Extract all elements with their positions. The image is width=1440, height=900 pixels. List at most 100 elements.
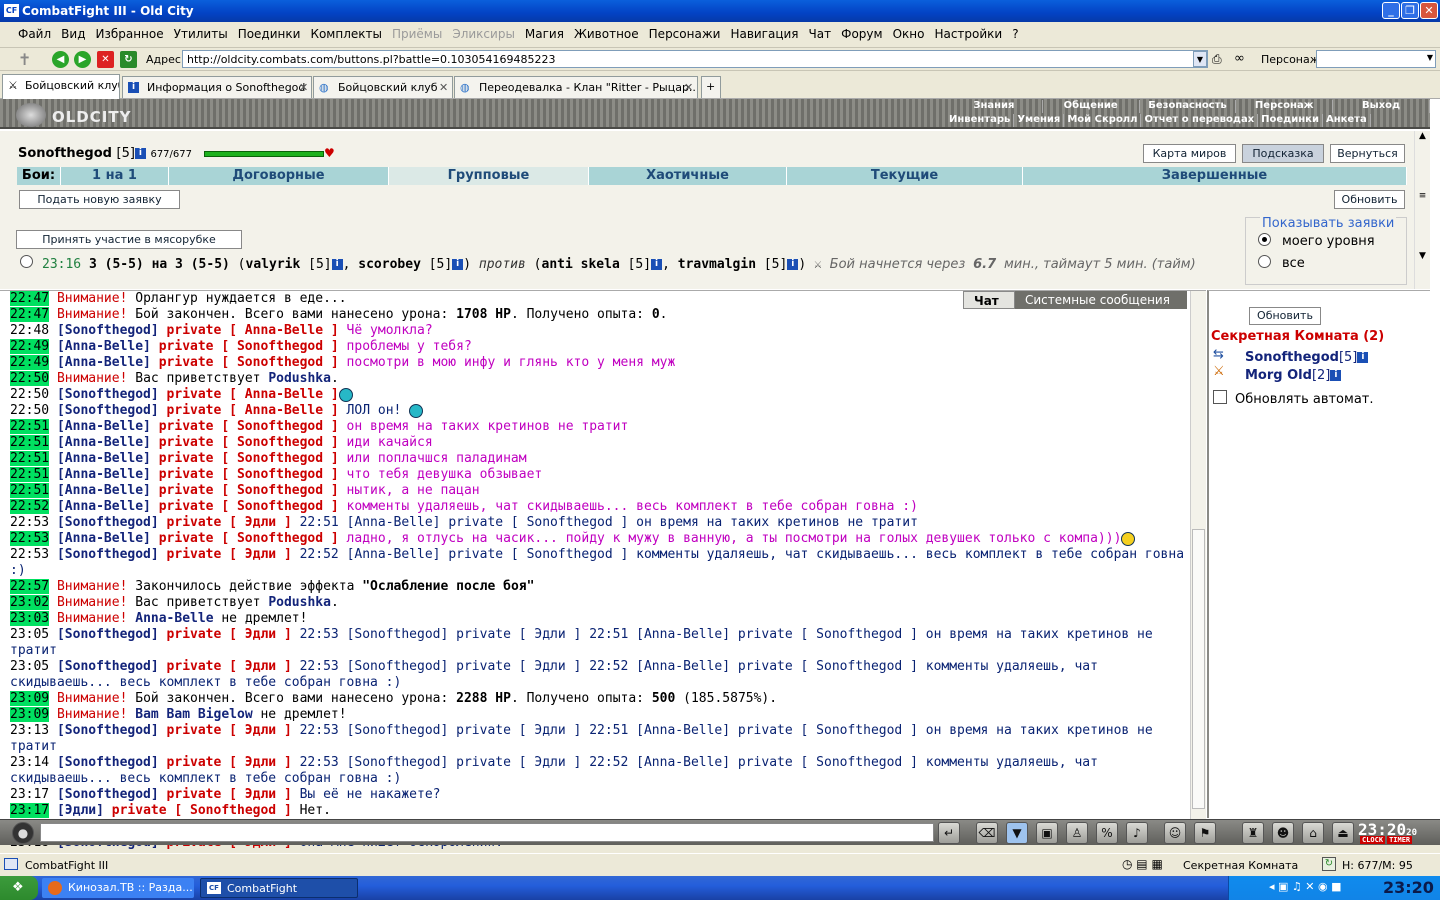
- chat-private-target[interactable]: private [ Эдли ]: [159, 787, 292, 802]
- menu-item[interactable]: Форум: [841, 27, 882, 41]
- stop-icon[interactable]: ✕: [97, 51, 114, 68]
- close-button[interactable]: ✕: [1420, 2, 1438, 19]
- save-log-icon[interactable]: ▣: [1036, 822, 1058, 844]
- forward-icon[interactable]: ▶: [74, 51, 91, 68]
- menu-item[interactable]: Животное: [574, 27, 639, 41]
- task-combatfight[interactable]: CF CombatFight: [200, 878, 358, 898]
- info-icon[interactable]: i: [134, 148, 146, 159]
- mask-icon[interactable]: ☻: [1272, 822, 1294, 844]
- chat-sender[interactable]: [Sonofthegod]: [57, 403, 159, 418]
- game-nav-link[interactable]: Поединки: [1258, 114, 1323, 127]
- task-firefox[interactable]: Кинозал.ТВ :: Разда...: [42, 878, 194, 898]
- tab-system-messages[interactable]: Системные сообщения: [1015, 291, 1187, 309]
- chat-private-target[interactable]: private [ Anna-Belle ]: [159, 403, 339, 418]
- menu-item[interactable]: Магия: [525, 27, 564, 41]
- refresh-room-button[interactable]: Обновить: [1249, 307, 1321, 325]
- battle-player[interactable]: scorobey: [358, 257, 421, 272]
- chat-sender[interactable]: [Anna-Belle]: [57, 419, 151, 434]
- room-user[interactable]: Morg Old[2] i: [1245, 368, 1342, 383]
- address-dropdown-icon[interactable]: ▼: [1193, 51, 1207, 67]
- chat-private-target[interactable]: private [ Эдли ]: [159, 515, 292, 530]
- clock-mode-clock[interactable]: CLOCK: [1360, 836, 1386, 844]
- menu-item[interactable]: Окно: [893, 27, 925, 41]
- chat-private-target[interactable]: private [ Sonofthegod ]: [151, 451, 339, 466]
- tab-chat[interactable]: Чат: [963, 291, 1015, 309]
- person-icon[interactable]: ♙: [1066, 822, 1088, 844]
- game-nav-link[interactable]: Выход: [1333, 100, 1430, 113]
- address-input[interactable]: http://oldcity.combats.com/buttons.pl?ba…: [182, 50, 1208, 68]
- chat-private-target[interactable]: private [ Sonofthegod ]: [151, 483, 339, 498]
- menu-item[interactable]: Вид: [61, 27, 85, 41]
- menu-item[interactable]: Персонажи: [649, 27, 721, 41]
- send-icon[interactable]: ↵: [938, 822, 960, 844]
- info-icon[interactable]: i: [651, 259, 663, 270]
- chat-private-target[interactable]: private [ Sonofthegod ]: [151, 499, 339, 514]
- menu-item[interactable]: Избранное: [95, 27, 163, 41]
- world-map-button[interactable]: Карта миров: [1143, 144, 1236, 163]
- battle-player[interactable]: anti skela: [542, 257, 620, 272]
- tab-dressing-room[interactable]: ◍ Переодевалка - Клан "Ritter - Рыцар...…: [454, 76, 698, 98]
- room-user-name[interactable]: Sonofthegod: [1245, 350, 1339, 365]
- chat-private-target[interactable]: private [ Sonofthegod ]: [104, 803, 292, 818]
- chat-private-target[interactable]: private [ Anna-Belle ]: [159, 323, 339, 338]
- chat-sender[interactable]: [Anna-Belle]: [57, 467, 151, 482]
- info-icon[interactable]: i: [452, 259, 464, 270]
- chat-sender[interactable]: [Anna-Belle]: [57, 483, 151, 498]
- battle-tab[interactable]: Договорные: [169, 167, 389, 185]
- chat-private-target[interactable]: private [ Эдли ]: [159, 627, 292, 642]
- menu-item[interactable]: ?: [1012, 27, 1018, 41]
- tab-fight-club-2[interactable]: ◍ Бойцовский клуб ✕: [313, 76, 453, 98]
- back-button[interactable]: Вернуться: [1330, 144, 1405, 163]
- refresh-battles-button[interactable]: Обновить: [1334, 190, 1405, 209]
- chat-sender[interactable]: [Anna-Belle]: [57, 355, 151, 370]
- chat-sender[interactable]: [Sonofthegod]: [57, 787, 159, 802]
- game-nav-link[interactable]: Знания: [946, 100, 1043, 113]
- menu-item[interactable]: Утилиты: [174, 27, 228, 41]
- tab-close-icon[interactable]: ✕: [439, 81, 448, 94]
- battle-row-radio[interactable]: [20, 255, 33, 268]
- chat-private-target[interactable]: private [ Эдли ]: [159, 755, 292, 770]
- chat-scrollbar[interactable]: [1190, 291, 1206, 819]
- game-nav-link[interactable]: Персонаж: [1236, 100, 1334, 113]
- battle-panel-scrollbar[interactable]: ▲ ≡ ▼: [1414, 131, 1430, 289]
- smiley-icon[interactable]: [1121, 531, 1136, 546]
- tab-close-icon[interactable]: ✕: [684, 81, 693, 94]
- game-nav-link[interactable]: Инвентарь: [946, 114, 1015, 127]
- chat-private-target[interactable]: private [ Sonofthegod ]: [151, 467, 339, 482]
- chat-private-target[interactable]: private [ Эдли ]: [159, 659, 292, 674]
- my-level-radio[interactable]: [1258, 233, 1271, 246]
- maximize-button[interactable]: ❐: [1401, 2, 1419, 19]
- chat-private-target[interactable]: private [ Sonofthegod ]: [151, 339, 339, 354]
- battle-tab[interactable]: Хаотичные: [589, 167, 787, 185]
- smiley-icon[interactable]: ☺: [1164, 822, 1186, 844]
- menu-item[interactable]: Настройки: [934, 27, 1002, 41]
- clan-icon[interactable]: ⚑: [1194, 822, 1216, 844]
- room-user[interactable]: Sonofthegod[5] i: [1245, 350, 1369, 365]
- chat-private-target[interactable]: private [ Sonofthegod ]: [151, 419, 339, 434]
- chat-sender[interactable]: [Sonofthegod]: [57, 515, 159, 530]
- battle-player[interactable]: valyrik: [246, 257, 301, 272]
- tray-icons[interactable]: ◂ ▣ ♫ ✕ ◉ ■: [1269, 880, 1341, 893]
- menu-item[interactable]: Поединки: [238, 27, 301, 41]
- smiley-icon[interactable]: [409, 403, 424, 418]
- start-button[interactable]: ❖: [0, 876, 38, 900]
- chat-sender[interactable]: [Sonofthegod]: [57, 659, 159, 674]
- chat-input[interactable]: [40, 823, 934, 842]
- pin-icon[interactable]: ✝: [18, 50, 31, 69]
- menu-item[interactable]: Комплекты: [310, 27, 382, 41]
- chat-sender[interactable]: [Sonofthegod]: [57, 755, 159, 770]
- menu-item[interactable]: Навигация: [730, 27, 798, 41]
- chat-settings-icon[interactable]: ●: [12, 822, 34, 844]
- chat-private-target[interactable]: private [ Sonofthegod ]: [151, 435, 339, 450]
- battle-tab[interactable]: Текущие: [787, 167, 1023, 185]
- chat-sender[interactable]: [Anna-Belle]: [57, 531, 151, 546]
- tab-fight-club-1[interactable]: ⚔ Бойцовский клуб: [2, 74, 120, 99]
- game-nav-link[interactable]: Отчет о переводах: [1141, 114, 1259, 127]
- hint-button[interactable]: Подсказка: [1242, 144, 1324, 163]
- chat-sender[interactable]: [Sonofthegod]: [57, 323, 159, 338]
- battle-tab[interactable]: Завершенные: [1023, 167, 1407, 185]
- info-icon[interactable]: i: [1357, 352, 1369, 363]
- filter-icon[interactable]: ▼: [1006, 822, 1028, 844]
- tray-clock[interactable]: 23:20: [1383, 878, 1434, 897]
- glasses-icon[interactable]: ∞: [1234, 51, 1245, 66]
